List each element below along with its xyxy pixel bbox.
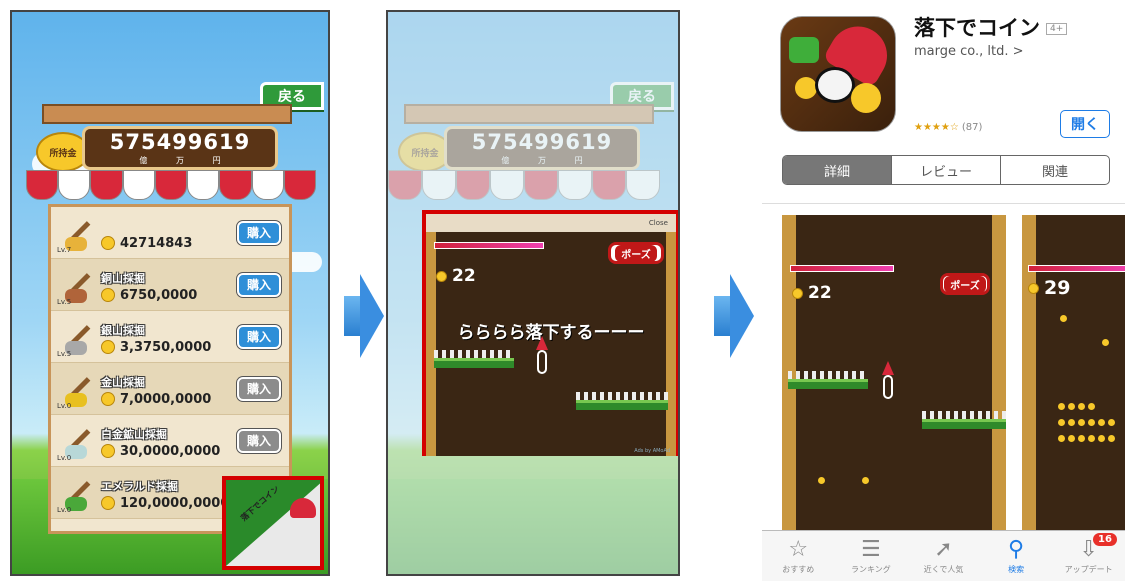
buy-button[interactable]: 購入 — [237, 428, 281, 453]
ledge — [576, 400, 668, 410]
star-icon: ☆ — [788, 536, 809, 562]
tab-reviews[interactable]: レビュー — [891, 156, 1000, 184]
arrow-right-icon — [714, 262, 754, 370]
close-button[interactable]: Close — [649, 219, 668, 227]
tab-bar: ☆ おすすめ ☰ ランキング ➚ 近くで人気 ⚲ 検索 ⇩ アップデート 16 — [762, 530, 1125, 581]
tab-update[interactable]: ⇩ アップデート 16 — [1052, 531, 1125, 581]
tab-list[interactable]: ☰ ランキング — [835, 531, 908, 581]
age-rating: 4+ — [1046, 23, 1068, 35]
shop-item: Lv.5 銅山採掘 6750,0000 購入 — [51, 259, 289, 311]
developer-link[interactable]: marge co., ltd. > — [914, 44, 1024, 59]
interstitial-ad[interactable]: Close ポーズ 22 らららら落下するーーー Ads by AMoAd — [422, 210, 678, 456]
coin-icon — [101, 236, 115, 250]
buy-button[interactable]: 購入 — [237, 220, 281, 245]
shop-item: Lv.0 白金鉱山採掘 30,0000,0000 購入 — [51, 415, 289, 467]
open-button[interactable]: 開く — [1060, 110, 1110, 138]
item-name: 銅山採掘 — [101, 271, 145, 285]
location-icon: ➚ — [934, 536, 953, 562]
shop-item: Lv.7 42714843 購入 — [51, 207, 289, 259]
screenshot-1[interactable]: ポーズ 22 — [782, 215, 1006, 540]
search-icon: ⚲ — [1008, 536, 1025, 562]
ad-overlay-screen: 戻る 所持金 575499619 億 万 円 Close — [386, 10, 680, 576]
tab-search[interactable]: ⚲ 検索 — [980, 531, 1053, 581]
falling-message: らららら落下するーーー — [457, 323, 645, 343]
item-price: 7,0000,0000 — [101, 392, 237, 407]
money-value: 575499619 — [109, 130, 251, 154]
item-price: 3,3750,0000 — [101, 340, 237, 355]
item-name: 白金鉱山採掘 — [101, 427, 167, 441]
shop-item: Lv.0 金山採掘 7,0000,0000 購入 — [51, 363, 289, 415]
item-name: エメラルド採掘 — [101, 479, 178, 493]
app-store-page: 落下でコイン 4+ marge co., ltd. > ★★★★☆ (87) 開く … — [762, 0, 1125, 581]
tab-details[interactable]: 詳細 — [783, 156, 891, 184]
tab-star[interactable]: ☆ おすすめ — [762, 531, 835, 581]
update-badge: 16 — [1093, 533, 1117, 546]
item-level: Lv.0 — [57, 402, 72, 410]
player-character — [534, 336, 550, 376]
app-title: 落下でコイン 4+ — [914, 12, 1068, 42]
health-bar — [434, 242, 544, 249]
money-display: 575499619 億 万 円 — [82, 126, 278, 170]
tutorial-canvas: 戻る 所持金 575499619 億 万 円 Lv.7 42714843 購入 Lv.… — [0, 0, 1125, 581]
item-level: Lv.5 — [57, 350, 72, 358]
ledge — [434, 358, 514, 368]
app-icon — [780, 16, 896, 132]
shop-item: Lv.5 銀山採掘 3,3750,0000 購入 — [51, 311, 289, 363]
screenshot-2[interactable]: 29 — [1022, 215, 1125, 540]
buy-button[interactable]: 購入 — [237, 324, 281, 349]
item-price: 6750,0000 — [101, 288, 237, 303]
coin-icon — [101, 496, 115, 510]
item-level: Lv.7 — [57, 246, 72, 254]
shop-screen: 戻る 所持金 575499619 億 万 円 Lv.7 42714843 購入 Lv.… — [10, 10, 330, 576]
item-price: 30,0000,0000 — [101, 444, 237, 459]
coin-icon — [101, 288, 115, 302]
coin-score: 22 — [436, 266, 476, 286]
star-rating: ★★★★☆ (87) — [914, 122, 983, 133]
item-level: Lv.0 — [57, 454, 72, 462]
segmented-control: 詳細 レビュー 関連 — [782, 155, 1110, 185]
arrow-right-icon — [344, 262, 384, 370]
item-price: 120,0000,0000 — [101, 496, 237, 511]
tab-related[interactable]: 関連 — [1000, 156, 1109, 184]
pickaxe-icon — [59, 527, 95, 532]
item-price: 42714843 — [101, 236, 237, 251]
pause-button[interactable]: ポーズ — [608, 242, 664, 264]
coin-icon — [101, 340, 115, 354]
ad-page-peel[interactable]: 落下でコイン — [222, 476, 324, 570]
item-name: 銀山採掘 — [101, 323, 145, 337]
item-name: サファイア採掘 — [101, 530, 178, 531]
item-level: Lv.0 — [57, 506, 72, 514]
buy-button[interactable]: 購入 — [237, 272, 281, 297]
money-units: 億 万 円 — [139, 156, 221, 165]
coin-icon — [101, 444, 115, 458]
tab-location[interactable]: ➚ 近くで人気 — [907, 531, 980, 581]
coin-icon — [101, 392, 115, 406]
list-icon: ☰ — [861, 536, 881, 562]
stall-roof — [42, 104, 292, 124]
buy-button[interactable]: 購入 — [237, 376, 281, 401]
item-name: 金山採掘 — [101, 375, 145, 389]
coin-icon — [436, 270, 447, 282]
item-level: Lv.5 — [57, 298, 72, 306]
game-preview: ポーズ 22 らららら落下するーーー Ads by AMoAd — [426, 232, 676, 456]
umbrella-icon — [290, 498, 316, 518]
ad-close-bar: Close — [426, 214, 676, 232]
